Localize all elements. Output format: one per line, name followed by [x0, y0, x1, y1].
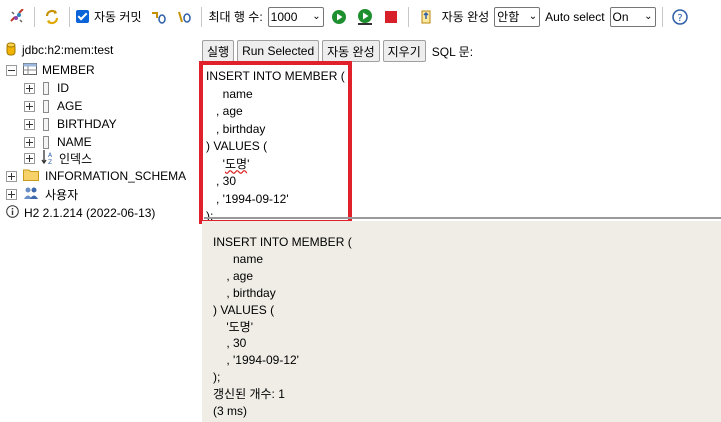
rollback-icon[interactable] — [147, 6, 169, 28]
autocommit-checkbox[interactable] — [76, 10, 89, 23]
autocomplete-select[interactable]: 안함 ⌄ — [494, 6, 541, 27]
expand-icon[interactable] — [6, 170, 17, 182]
autocommit-label: 자동 커밋 — [94, 10, 142, 24]
toolbar: 자동 커밋 최대 행 수: 1000 ⌄ 자동 완성 안함 ⌄ Auto sel… — [0, 0, 721, 33]
toolbar-separator — [69, 6, 70, 27]
tree-indexes[interactable]: AZ 인덱스 — [24, 149, 92, 167]
sql-statement-label: SQL 문: — [431, 44, 474, 59]
database-icon — [6, 42, 16, 59]
folder-icon — [23, 168, 39, 184]
editor-button-row: 실행 Run Selected 자동 완성 지우기 SQL 문: — [202, 40, 473, 62]
expand-icon[interactable] — [6, 188, 17, 200]
maxrows-label: 최대 행 수: — [208, 10, 263, 24]
schema-label: INFORMATION_SCHEMA — [45, 169, 187, 183]
tree-column-age[interactable]: AGE — [24, 97, 82, 115]
svg-text:Z: Z — [48, 159, 52, 165]
column-label: ID — [57, 81, 69, 95]
refresh-icon[interactable] — [41, 6, 63, 28]
autocomplete-label: 자동 완성 — [441, 10, 490, 24]
toolbar-separator — [661, 6, 663, 27]
stop-icon[interactable] — [380, 6, 402, 28]
run-button[interactable]: 실행 — [202, 40, 235, 62]
table-icon — [23, 62, 37, 78]
run-selected-button[interactable]: Run Selected — [237, 40, 320, 62]
info-icon — [6, 205, 19, 221]
users-label: 사용자 — [45, 187, 79, 202]
tree-information-schema[interactable]: INFORMATION_SCHEMA — [6, 167, 186, 185]
collapse-icon[interactable] — [6, 64, 17, 76]
column-icon — [43, 135, 49, 149]
run-selected-icon[interactable] — [354, 6, 376, 28]
help-glyph: ? — [677, 13, 682, 24]
toolbar-separator — [200, 6, 202, 27]
expand-icon[interactable] — [24, 136, 35, 148]
autocomplete-button[interactable]: 자동 완성 — [322, 40, 380, 62]
highlight-box — [199, 61, 352, 224]
chevron-down-icon: ⌄ — [312, 11, 321, 22]
expand-icon[interactable] — [24, 152, 35, 164]
svg-text:A: A — [48, 152, 53, 159]
maxrows-value: 1000 — [270, 9, 298, 24]
connection-label: jdbc:h2:mem:test — [22, 43, 114, 57]
column-icon — [43, 117, 49, 131]
tree-column-id[interactable]: ID — [24, 79, 69, 97]
object-tree: jdbc:h2:mem:test MEMBER ID AGE BIRTHDAY … — [0, 36, 198, 422]
column-label: AGE — [57, 99, 83, 113]
autocomplete-value: 안함 — [497, 10, 520, 24]
result-text: INSERT INTO MEMBER ( name , age , birthd… — [213, 235, 352, 419]
tree-column-birthday[interactable]: BIRTHDAY — [24, 115, 117, 133]
autoselect-label: Auto select — [545, 9, 605, 24]
column-icon — [43, 81, 49, 95]
toolbar-separator — [407, 6, 409, 27]
help-icon[interactable]: ? — [669, 6, 691, 28]
tree-table-member[interactable]: MEMBER — [6, 61, 95, 79]
autoselect-value: On — [612, 9, 629, 24]
users-icon — [23, 186, 39, 203]
disconnect-icon[interactable] — [6, 6, 28, 28]
history-icon[interactable] — [415, 6, 437, 28]
clear-button[interactable]: 지우기 — [382, 40, 426, 62]
chevron-down-icon: ⌄ — [528, 11, 538, 22]
maxrows-select[interactable]: 1000 ⌄ — [267, 6, 324, 27]
column-icon — [43, 99, 49, 113]
editor-divider[interactable] — [204, 217, 721, 219]
expand-icon[interactable] — [24, 118, 35, 130]
commit-icon[interactable] — [173, 6, 195, 28]
run-icon[interactable] — [328, 6, 350, 28]
tree-version: H2 2.1.214 (2022-06-13) — [6, 204, 155, 222]
toolbar-separator — [34, 6, 35, 27]
tree-users[interactable]: 사용자 — [6, 185, 78, 203]
table-label: MEMBER — [42, 63, 95, 77]
index-icon: AZ — [41, 149, 55, 168]
column-label: BIRTHDAY — [57, 117, 117, 131]
expand-icon[interactable] — [24, 82, 35, 94]
chevron-down-icon: ⌄ — [644, 11, 653, 22]
autoselect-select[interactable]: On ⌄ — [609, 6, 656, 27]
tree-connection[interactable]: jdbc:h2:mem:test — [6, 41, 113, 59]
column-label: NAME — [57, 135, 92, 149]
indexes-label: 인덱스 — [59, 151, 93, 166]
version-label: H2 2.1.214 (2022-06-13) — [24, 206, 156, 220]
expand-icon[interactable] — [24, 100, 35, 112]
